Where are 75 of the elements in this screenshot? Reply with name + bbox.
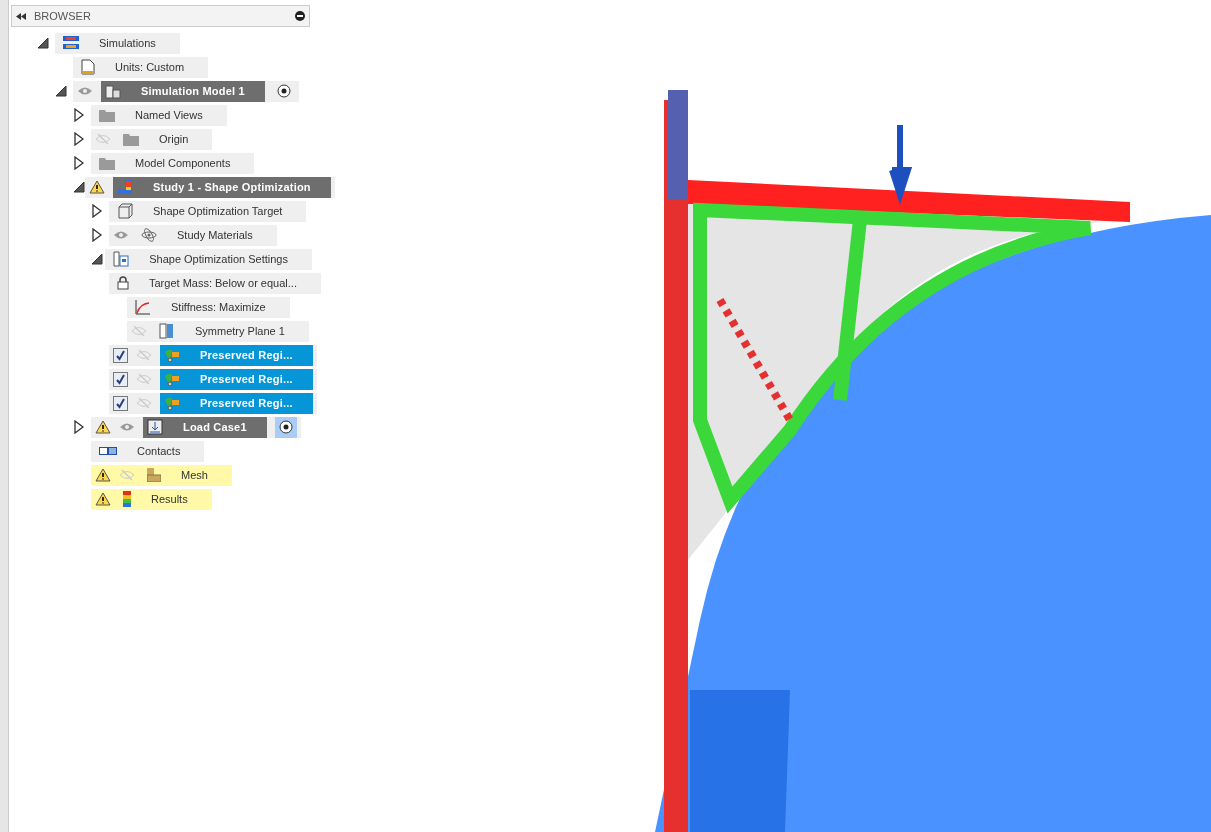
symmetry-plane-icon [159, 323, 175, 339]
node-label: Results [150, 491, 189, 507]
node-label: Target Mass: Below or equal... [148, 275, 298, 291]
lock-icon [117, 276, 129, 290]
collapse-triangle-icon[interactable] [37, 36, 49, 50]
load-case-icon [147, 419, 163, 435]
node-label: Named Views [134, 107, 204, 123]
node-label: Stiffness: Maximize [170, 299, 267, 315]
expand-triangle-icon[interactable] [73, 156, 85, 170]
collapse-triangle-icon[interactable] [91, 252, 103, 266]
tree-node[interactable]: Shape Optimization Settings [105, 248, 312, 270]
node-label: Simulation Model 1 [140, 83, 246, 99]
tree-node[interactable]: Contacts [91, 440, 205, 462]
collapse-panel-icon[interactable] [16, 12, 26, 20]
checkbox[interactable] [113, 347, 128, 363]
collapse-triangle-icon[interactable] [55, 84, 67, 98]
tree-node[interactable]: Stiffness: Maximize [127, 296, 290, 318]
simulation-bars-icon [63, 36, 79, 50]
collapse-triangle-icon[interactable] [73, 180, 85, 194]
node-label: Study Materials [176, 227, 254, 243]
tree-node[interactable]: Simulation Model 1 [73, 80, 299, 102]
checkbox[interactable] [113, 395, 128, 411]
lock-region-icon [164, 347, 180, 363]
node-label: Mesh [180, 467, 209, 483]
node-label: Shape Optimization Settings [148, 251, 289, 267]
folder-icon [123, 132, 139, 146]
tree-node[interactable]: Named Views [91, 104, 227, 126]
minus-circle-icon[interactable] [295, 11, 305, 21]
node-label: Model Components [134, 155, 232, 171]
tree-node[interactable]: Study Materials [109, 224, 277, 246]
folder-icon [99, 108, 115, 122]
results-legend-icon [123, 491, 131, 507]
tree-node[interactable]: Symmetry Plane 1 [127, 320, 309, 342]
node-label: Preserved Regi... [199, 347, 294, 363]
tree-node[interactable]: Load Case1 [91, 416, 301, 438]
expand-triangle-icon[interactable] [73, 108, 85, 122]
tree-node[interactable]: Simulations [55, 32, 180, 54]
node-label: Study 1 - Shape Optimization [152, 179, 312, 195]
tree-node[interactable]: Model Components [91, 152, 255, 174]
node-label: Preserved Regi... [199, 395, 294, 411]
lock-region-icon [164, 395, 180, 411]
node-label: Load Case1 [182, 419, 248, 435]
tree-node[interactable]: Study 1 - Shape Optimization [85, 176, 335, 198]
lock-region-icon [164, 371, 180, 387]
checkbox[interactable] [113, 371, 128, 387]
radio-button-icon[interactable] [278, 420, 293, 434]
node-label: Shape Optimization Target [152, 203, 284, 219]
expand-triangle-icon[interactable] [91, 228, 103, 242]
cube-icon [117, 203, 133, 219]
document-icon [81, 59, 95, 75]
tree-node[interactable]: Target Mass: Below or equal... [109, 272, 321, 294]
expand-triangle-icon[interactable] [73, 420, 85, 434]
node-label: Simulations [98, 35, 157, 51]
optimization-study-icon [117, 179, 133, 195]
tree-node[interactable]: Shape Optimization Target [109, 200, 307, 222]
node-label: Origin [158, 131, 190, 147]
radio-button-icon[interactable] [276, 84, 291, 98]
panel-title: BROWSER [34, 8, 92, 24]
node-label: Symmetry Plane 1 [194, 323, 286, 339]
tree-node[interactable]: Results [91, 488, 212, 510]
expand-triangle-icon[interactable] [73, 132, 85, 146]
node-label: Units: Custom [114, 59, 186, 75]
tree-node[interactable]: Origin [91, 128, 213, 150]
tree-node[interactable]: Mesh [91, 464, 232, 486]
cubes-icon [105, 83, 121, 99]
mesh-blocks-icon [147, 468, 161, 482]
contact-pair-icon [99, 447, 117, 455]
curve-graph-icon [135, 299, 151, 315]
expand-triangle-icon[interactable] [91, 204, 103, 218]
atom-icon [141, 227, 157, 243]
folder-icon [99, 156, 115, 170]
node-label: Contacts [136, 443, 182, 459]
node-label: Preserved Regi... [199, 371, 294, 387]
tree-node[interactable]: Units: Custom [73, 56, 209, 78]
settings-panel-icon [113, 251, 130, 267]
